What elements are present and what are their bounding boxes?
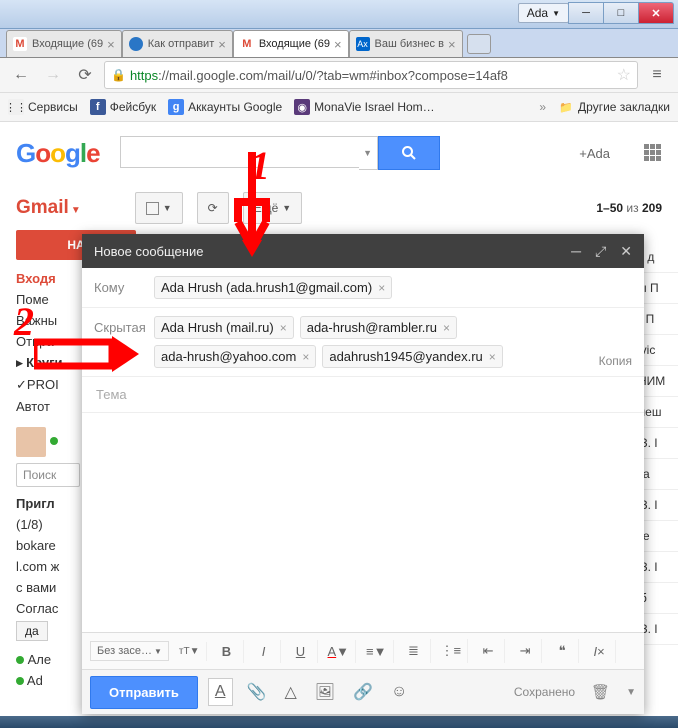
- window-titlebar: Ada▼ ─ □ ✕: [0, 0, 678, 29]
- window-minimize-button[interactable]: ─: [568, 2, 604, 24]
- emoji-icon[interactable]: ☺: [387, 679, 411, 705]
- browser-tab-active[interactable]: MВходящие (69×: [233, 30, 349, 57]
- compose-actions: Отправить A 📎 △ 🖼 🔗 ☺ Сохранено 🗑 ▼: [82, 669, 644, 714]
- tab-close-icon[interactable]: ×: [218, 37, 226, 52]
- avatar[interactable]: [16, 427, 46, 457]
- bcc-label: Скрытая: [94, 316, 144, 335]
- tab-close-icon[interactable]: ×: [448, 37, 456, 52]
- apps-grid-icon[interactable]: [644, 144, 662, 162]
- google-logo[interactable]: Google: [16, 138, 100, 169]
- quote-button[interactable]: ❝: [546, 639, 579, 663]
- numbered-list-button[interactable]: ≣: [398, 639, 431, 663]
- browser-tab-strip: MВходящие (69× Как отправит× MВходящие (…: [0, 29, 678, 58]
- url-input[interactable]: 🔒 https://mail.google.com/mail/u/0/?tab=…: [104, 61, 638, 89]
- bookmark-monavie[interactable]: ◉MonaVie Israel Hom…: [294, 99, 435, 115]
- bookmark-facebook[interactable]: fФейсбук: [90, 99, 156, 115]
- search-box: ▼: [120, 136, 440, 170]
- font-size-button[interactable]: тТ▼: [173, 642, 207, 661]
- recipient-chip[interactable]: Ada Hrush (ada.hrush1@gmail.com)×: [154, 276, 392, 299]
- chip-remove-icon[interactable]: ×: [302, 350, 309, 364]
- search-dropdown[interactable]: ▼: [359, 136, 378, 170]
- compose-body[interactable]: [82, 413, 644, 632]
- bookmark-star-icon[interactable]: ☆: [617, 65, 631, 85]
- indent-more-button[interactable]: ⇥: [509, 639, 542, 663]
- recipient-chip[interactable]: Ada Hrush (mail.ru)×: [154, 316, 294, 339]
- compose-bcc-row[interactable]: Скрытая Ada Hrush (mail.ru)× ada-hrush@r…: [82, 308, 644, 377]
- browser-tab[interactable]: Как отправит×: [122, 30, 233, 57]
- compose-title: Новое сообщение: [94, 244, 203, 259]
- forward-button[interactable]: →: [40, 62, 66, 88]
- chip-remove-icon[interactable]: ×: [443, 321, 450, 335]
- send-button[interactable]: Отправить: [90, 676, 198, 709]
- bold-button[interactable]: B: [211, 640, 244, 663]
- menu-button[interactable]: ≡: [644, 62, 670, 88]
- google-plus-user[interactable]: +Ada: [579, 146, 610, 161]
- compose-to-row[interactable]: Кому Ada Hrush (ada.hrush1@gmail.com)×: [82, 268, 644, 308]
- reload-button[interactable]: ⟳: [72, 62, 98, 88]
- select-all-checkbox[interactable]: ▼: [135, 192, 183, 224]
- window-close-button[interactable]: ✕: [638, 2, 674, 24]
- search-people-input[interactable]: Поиск: [16, 463, 80, 487]
- italic-button[interactable]: I: [248, 640, 281, 663]
- discard-icon[interactable]: 🗑: [591, 683, 610, 701]
- chip-remove-icon[interactable]: ×: [378, 281, 385, 295]
- drive-icon[interactable]: △: [280, 678, 300, 706]
- back-button[interactable]: ←: [8, 62, 34, 88]
- bookmark-google-accounts[interactable]: gАккаунты Google: [168, 99, 282, 115]
- font-selector[interactable]: Без засе…▼: [90, 641, 169, 661]
- bullet-list-button[interactable]: ⋮≡: [435, 639, 469, 663]
- tab-close-icon[interactable]: ×: [334, 37, 342, 52]
- compose-close-icon[interactable]: ✕: [620, 243, 632, 260]
- compose-header[interactable]: Новое сообщение ─ ⤢ ✕: [82, 234, 644, 268]
- chip-remove-icon[interactable]: ×: [489, 350, 496, 364]
- new-tab-button[interactable]: [467, 34, 491, 54]
- formatting-toggle-icon[interactable]: A: [208, 678, 233, 706]
- bookmark-other[interactable]: 📁Другие закладки: [558, 99, 670, 115]
- window-maximize-button[interactable]: □: [603, 2, 639, 24]
- invite-yes-button[interactable]: да: [16, 621, 48, 641]
- message-count: 1–50 из 209: [596, 201, 662, 215]
- browser-tab[interactable]: AхВаш бизнес в×: [349, 30, 463, 57]
- lock-icon: 🔒: [111, 68, 126, 82]
- link-icon[interactable]: 🔗: [349, 678, 377, 706]
- bookmarks-bar: ⋮⋮Сервисы fФейсбук gАккаунты Google ◉Mon…: [0, 93, 678, 122]
- google-header: Google ▼ +Ada: [0, 122, 678, 184]
- bookmark-overflow[interactable]: »: [539, 100, 546, 114]
- underline-button[interactable]: U: [285, 640, 318, 663]
- attach-icon[interactable]: 📎: [243, 678, 271, 706]
- user-menu-button[interactable]: Ada▼: [518, 3, 569, 23]
- text-color-button[interactable]: A▼: [322, 640, 357, 663]
- address-bar: ← → ⟳ 🔒 https://mail.google.com/mail/u/0…: [0, 58, 678, 93]
- subject-input[interactable]: Тема: [82, 377, 644, 413]
- saved-status: Сохранено: [514, 685, 575, 699]
- gmail-toolbar: Gmail▼ ▼ ⟳ Ещё▼ 1–50 из 209: [0, 184, 678, 232]
- to-label: Кому: [94, 276, 144, 295]
- search-button[interactable]: [378, 136, 440, 170]
- clear-format-button[interactable]: I×: [583, 640, 616, 663]
- presence-dot: [50, 437, 58, 445]
- compose-expand-icon[interactable]: ⤢: [595, 243, 606, 260]
- formatting-toolbar: Без засе…▼ тТ▼ B I U A▼ ≡▼ ≣ ⋮≡ ⇤ ⇥ ❝ I×: [82, 632, 644, 669]
- compose-minimize-icon[interactable]: ─: [571, 243, 581, 260]
- tab-close-icon[interactable]: ×: [107, 37, 115, 52]
- search-input[interactable]: [120, 136, 359, 168]
- bookmark-services[interactable]: ⋮⋮Сервисы: [8, 99, 78, 115]
- recipient-chip[interactable]: ada-hrush@yahoo.com×: [154, 345, 316, 368]
- browser-tab[interactable]: MВходящие (69×: [6, 30, 122, 57]
- align-button[interactable]: ≡▼: [360, 640, 393, 663]
- indent-less-button[interactable]: ⇤: [472, 639, 505, 663]
- compose-window: Новое сообщение ─ ⤢ ✕ Кому Ada Hrush (ad…: [82, 234, 644, 714]
- photo-icon[interactable]: 🖼: [311, 678, 339, 706]
- more-options-icon[interactable]: ▼: [626, 687, 636, 698]
- windows-taskbar[interactable]: [0, 716, 678, 728]
- recipient-chip[interactable]: ada-hrush@rambler.ru×: [300, 316, 457, 339]
- cc-link[interactable]: Копия: [599, 354, 632, 368]
- gmail-logo[interactable]: Gmail▼: [16, 197, 81, 219]
- recipient-chip[interactable]: adahrush1945@yandex.ru×: [322, 345, 502, 368]
- refresh-button[interactable]: ⟳: [197, 192, 229, 224]
- more-button[interactable]: Ещё▼: [243, 192, 302, 224]
- chip-remove-icon[interactable]: ×: [280, 321, 287, 335]
